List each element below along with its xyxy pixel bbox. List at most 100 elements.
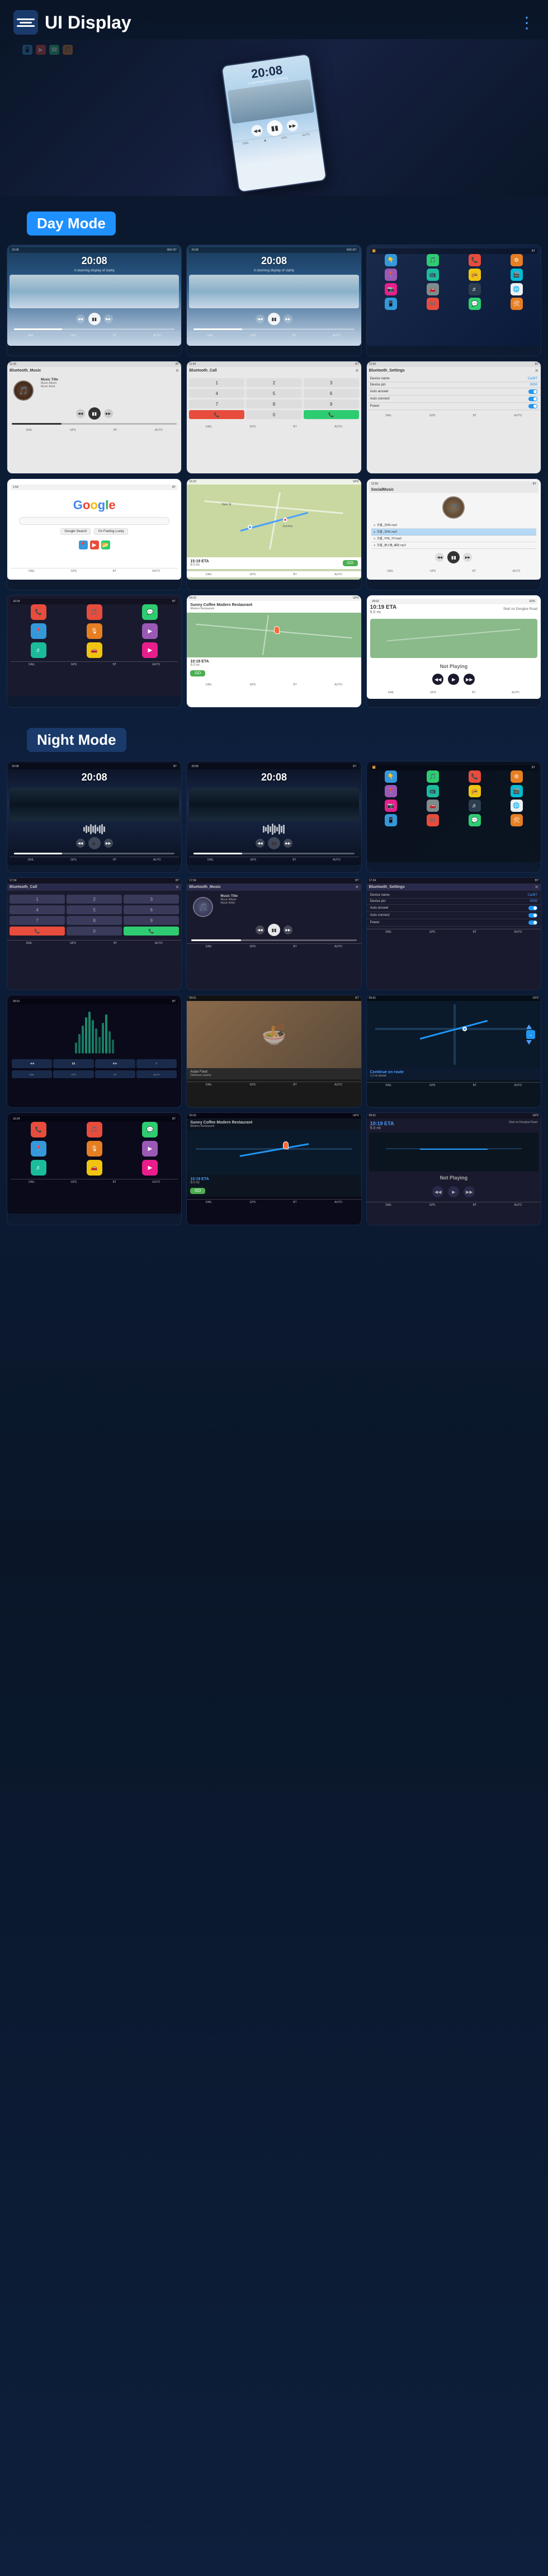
night-dial-2[interactable]: 2 [67, 895, 122, 904]
app-icon-bt[interactable]: 📺 [427, 269, 439, 281]
bt-next-btn[interactable]: ▶▶ [104, 409, 113, 418]
carplay-music-icon[interactable]: 🎵 [87, 604, 102, 620]
night-dial-end[interactable]: 📞 [10, 927, 65, 936]
night-app-extra4[interactable]: 🌐 [511, 800, 523, 812]
night-app-extra3[interactable]: ♬ [469, 800, 481, 812]
wave-ctrl-3[interactable]: ▶▶ [95, 1059, 135, 1068]
night-music-next[interactable]: ▶▶ [284, 925, 292, 934]
night-app-extra2[interactable]: 🚗 [427, 800, 439, 812]
app-icon-waze[interactable]: 📷 [385, 283, 397, 295]
wave-ctrl-4[interactable]: ♬ [136, 1059, 177, 1068]
night-dial-1[interactable]: 1 [10, 895, 65, 904]
google-yt-icon[interactable]: ▶ [90, 540, 99, 549]
dial-4[interactable]: 4 [189, 389, 244, 398]
night-dial-6[interactable]: 6 [124, 905, 179, 914]
np-prev-btn[interactable]: ◀◀ [432, 674, 443, 685]
bt-prev-btn[interactable]: ◀◀ [76, 409, 85, 418]
night-carplay-yt[interactable]: ▶ [142, 1160, 158, 1176]
night-dial-call[interactable]: 📞 [124, 927, 179, 936]
dots-menu-icon[interactable]: ⋮ [519, 13, 535, 32]
app-icon-extra3[interactable]: 💬 [469, 298, 481, 310]
night-music-play[interactable]: ▮▮ [268, 924, 280, 936]
google-drive-icon[interactable]: 📂 [101, 540, 110, 549]
app-icon-video[interactable]: 🎬 [511, 269, 523, 281]
night-np-next[interactable]: ▶▶ [464, 1186, 475, 1197]
wave-btn-1[interactable]: DAIL [12, 1070, 52, 1078]
night-app-radio[interactable]: 📻 [469, 785, 481, 797]
social-play-btn[interactable]: ▮▮ [447, 551, 460, 563]
file-item-1[interactable]: ♬ 华夏_汉HE.mp3 [371, 522, 536, 529]
night-app-nav[interactable]: 📍 [385, 785, 397, 797]
app-icon-extra2[interactable]: 🎶 [427, 298, 439, 310]
wave-ctrl-2[interactable]: ▮▮ [53, 1059, 93, 1068]
bt-play-btn[interactable]: ▮▮ [88, 407, 101, 420]
google-maps-icon[interactable]: 📍 [79, 540, 88, 549]
night-go-btn[interactable]: GO [190, 1188, 205, 1194]
night-dial-9[interactable]: 9 [124, 916, 179, 925]
dial-5[interactable]: 5 [246, 389, 301, 398]
next-btn-2[interactable]: ▶▶ [284, 314, 292, 323]
dial-9[interactable]: 9 [304, 399, 359, 408]
app-icon-spotify[interactable]: ♬ [469, 283, 481, 295]
night-dial-8[interactable]: 8 [67, 916, 122, 925]
dial-call[interactable]: 📞 [304, 410, 359, 419]
night-app-extra7[interactable]: 💬 [469, 814, 481, 826]
menu-icon[interactable] [13, 10, 38, 35]
night-dial-7[interactable]: 7 [10, 916, 65, 925]
app-icon-nav[interactable]: 📍 [385, 269, 397, 281]
app-icon-phone[interactable]: 📞 [469, 254, 481, 266]
night-app-extra6[interactable]: 🎶 [427, 814, 439, 826]
auto-connect-toggle[interactable] [528, 397, 537, 401]
carplay-podcast-icon[interactable]: 🎙 [87, 623, 102, 639]
night-carplay-messages[interactable]: 💬 [142, 1122, 158, 1137]
bt-music-back[interactable]: ✕ [176, 368, 179, 373]
np-next-btn[interactable]: ▶▶ [464, 674, 475, 685]
app-icon-music[interactable]: 🎵 [427, 254, 439, 266]
app-icon-carplay[interactable]: 🚗 [427, 283, 439, 295]
night-app-bt[interactable]: 📺 [427, 785, 439, 797]
night-carplay-maps[interactable]: 📍 [31, 1141, 46, 1157]
file-item-2[interactable]: ♬ 华夏_汉HE.mp3 [371, 529, 536, 535]
night-app-extra8[interactable]: 🛠 [511, 814, 523, 826]
dial-end[interactable]: 📞 [189, 410, 244, 419]
file-item-3[interactable]: ♬ 华夏_YHE_YH.mp3 [371, 535, 536, 542]
night-np-play[interactable]: ▶ [448, 1186, 459, 1197]
night-music-back[interactable]: ✕ [355, 885, 359, 890]
dial-6[interactable]: 6 [304, 389, 359, 398]
prev-btn-1[interactable]: ◀◀ [76, 314, 85, 323]
dial-2[interactable]: 2 [246, 378, 301, 387]
play-btn-2[interactable]: ▮▮ [268, 313, 280, 325]
night-dial-5[interactable]: 5 [67, 905, 122, 914]
night-carplay-extra[interactable]: ▶ [142, 1141, 158, 1157]
night-music-prev[interactable]: ◀◀ [256, 925, 264, 934]
night-auto-connect-toggle[interactable] [528, 913, 537, 918]
wave-btn-2[interactable]: GPS [53, 1070, 93, 1078]
dial-1[interactable]: 1 [189, 378, 244, 387]
dial-8[interactable]: 8 [246, 399, 301, 408]
wave-btn-4[interactable]: AUTO [136, 1070, 177, 1078]
night-dial-0[interactable]: 0 [67, 927, 122, 936]
app-icon-radio[interactable]: 📻 [469, 269, 481, 281]
night-app-extra5[interactable]: 📱 [385, 814, 397, 826]
google-search-bar[interactable] [19, 517, 169, 525]
bt-settings-back[interactable]: ✕ [535, 368, 538, 373]
map-go-btn[interactable]: GO [343, 560, 358, 566]
social-next-btn[interactable]: ▶▶ [463, 553, 472, 562]
app-icon-maps[interactable]: 🌐 [511, 283, 523, 295]
carplay-phone-icon[interactable]: 📞 [31, 604, 46, 620]
night-app-video[interactable]: 🎬 [511, 785, 523, 797]
night-carplay-spotify[interactable]: ♬ [31, 1160, 46, 1176]
wave-ctrl-1[interactable]: ◀◀ [12, 1059, 52, 1068]
carplay-spotify-icon[interactable]: ♬ [31, 642, 46, 658]
auto-answer-toggle[interactable] [528, 389, 537, 394]
app-icon-extra4[interactable]: 🛠 [511, 298, 523, 310]
night-np-prev[interactable]: ◀◀ [432, 1186, 443, 1197]
night-app-music[interactable]: 🎵 [427, 770, 439, 783]
night-app-telegram[interactable]: 👇 [385, 770, 397, 783]
night-app-extra1[interactable]: 📷 [385, 800, 397, 812]
night-play-btn-1[interactable]: ▶ [88, 837, 101, 849]
google-lucky-btn[interactable]: I'm Feeling Lucky [94, 528, 128, 535]
dial-3[interactable]: 3 [304, 378, 359, 387]
night-dial-3[interactable]: 3 [124, 895, 179, 904]
play-btn-1[interactable]: ▮▮ [88, 313, 101, 325]
